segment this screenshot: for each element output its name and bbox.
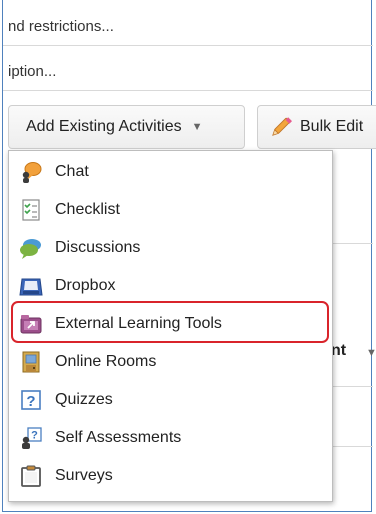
menu-item-label: Surveys (55, 467, 113, 484)
chevron-down-icon: ▼ (191, 121, 203, 133)
discussions-icon (20, 239, 41, 259)
add-existing-activities-label: Add Existing Activities (26, 118, 182, 135)
divider (330, 243, 373, 244)
menu-item-label: Self Assessments (55, 429, 182, 446)
surveys-icon (21, 465, 41, 487)
menu-item-quizzes[interactable]: ? Quizzes (9, 381, 332, 419)
menu-item-label: Discussions (55, 239, 141, 256)
menu-item-label: Chat (55, 163, 89, 180)
divider (330, 386, 373, 387)
pencil-icon (272, 117, 292, 136)
menu-item-online-rooms[interactable]: Online Rooms (9, 343, 332, 381)
menu-item-self-assessments[interactable]: ? Self Assessments (9, 419, 332, 457)
description-link[interactable]: iption... (8, 63, 56, 80)
divider (3, 90, 373, 91)
bulk-edit-label: Bulk Edit (300, 118, 364, 135)
quizzes-icon: ? (21, 390, 41, 410)
menu-item-chat[interactable]: Chat (9, 153, 332, 191)
menu-item-dropbox[interactable]: Dropbox (9, 267, 332, 305)
checklist-icon (22, 199, 40, 221)
menu-item-label: Online Rooms (55, 353, 157, 370)
add-existing-activities-menu: Chat Checklist Discussions Dropbox Exter… (8, 150, 333, 502)
menu-item-label: Dropbox (55, 277, 116, 294)
chat-icon (22, 162, 42, 183)
menu-item-checklist[interactable]: Checklist (9, 191, 332, 229)
bulk-edit-button[interactable]: Bulk Edit (257, 105, 376, 149)
column-header-partial: nt (331, 342, 347, 359)
add-existing-activities-button[interactable]: Add Existing Activities ▼ (8, 105, 245, 149)
svg-text:?: ? (31, 430, 38, 442)
dropbox-icon (19, 278, 43, 296)
highlight-box (11, 301, 329, 343)
self-assessments-icon: ? (22, 427, 42, 449)
online-rooms-icon (22, 351, 40, 373)
menu-item-label: Quizzes (55, 391, 113, 408)
menu-item-surveys[interactable]: Surveys (9, 457, 332, 495)
restrictions-link[interactable]: nd restrictions... (8, 18, 114, 35)
svg-text:?: ? (26, 393, 35, 410)
chevron-down-icon[interactable]: ▼ (366, 347, 376, 359)
menu-item-discussions[interactable]: Discussions (9, 229, 332, 267)
divider (3, 45, 373, 46)
menu-item-label: Checklist (55, 201, 120, 218)
divider (330, 446, 373, 447)
